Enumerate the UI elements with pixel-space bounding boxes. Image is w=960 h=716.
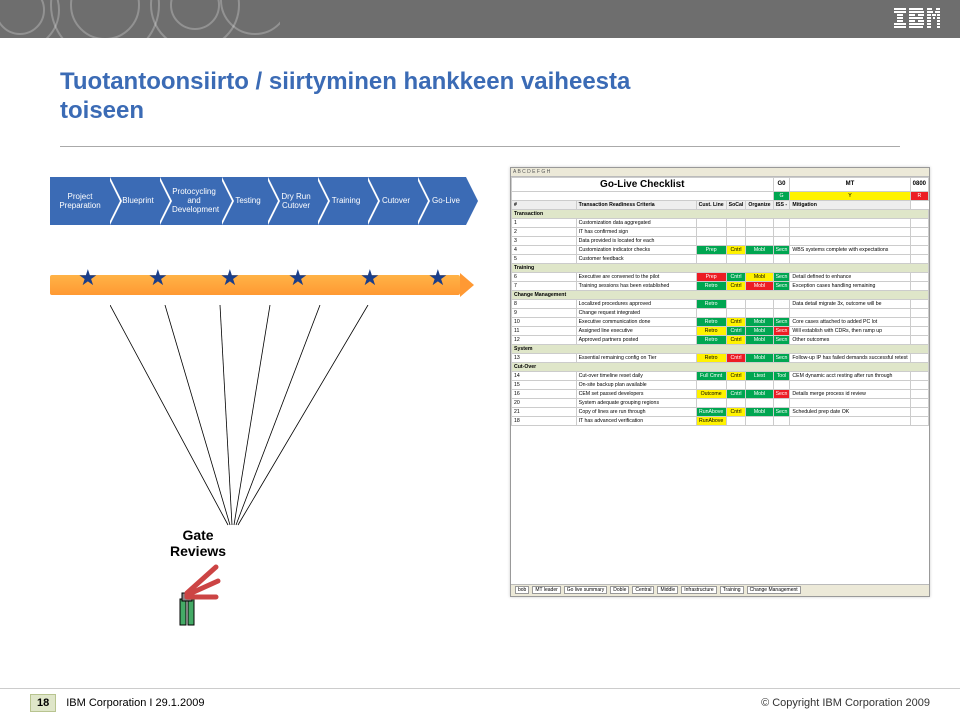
table-row: 18IT has advanced verificationRunAbove [512,416,929,425]
star-icon: ★ [148,265,168,291]
section-cut-over: Cut-Over [512,362,929,371]
converging-lines [110,305,370,535]
sheet-tab[interactable]: Go live summary [564,586,608,594]
sheet-tab[interactable]: Infrastructure [681,586,716,594]
milestone-stars: ★ ★ ★ ★ ★ ★ [50,265,460,305]
sheet-tab[interactable]: MT leader [532,586,560,594]
go-live-checklist-sheet: A B C D E F G H Go-Live Checklist G0 MT … [510,167,930,597]
table-row: 12Approved partners postedRetroCntrlMobl… [512,335,929,344]
footer-left-text: IBM Corporation I 29.1.2009 [66,697,204,709]
table-row: 14Cut-over timeline reset dailyFull Cmnt… [512,371,929,380]
sheet-tab[interactable]: bob [515,586,529,594]
slide-title: Tuotantoonsiirto / siirtyminen hankkeen … [0,38,960,136]
gate-reviews-label: GateReviews [170,527,226,559]
title-line2: toiseen [60,97,144,124]
sheet-tab[interactable]: Training [720,586,744,594]
table-row: 16CEM set passed developersOutcomeCntrlM… [512,389,929,398]
slide-content: ProjectPreparationBlueprintProtocyclinga… [0,147,960,667]
sheet-tab[interactable]: Doble [610,586,629,594]
sheet-tab[interactable]: Central [632,586,654,594]
table-row: 1Customization data aggregated [512,218,929,227]
table-row: 11Assigned line executiveRetroCntrlMoblS… [512,326,929,335]
sheet-title: Go-Live Checklist [512,177,774,191]
chevron-project: ProjectPreparation [50,177,108,225]
table-row: 6Executive are convened to the pilotPrep… [512,272,929,281]
header-decoration [0,0,280,38]
star-icon: ★ [78,265,98,291]
ibm-logo [894,8,940,33]
star-icon: ★ [428,265,448,291]
table-row: 20System adequate grouping regions [512,398,929,407]
sheet-tab[interactable]: Middle [657,586,678,594]
table-row: 13Essential remaining config on TierRetr… [512,353,929,362]
star-icon: ★ [360,265,380,291]
section-training: Training [512,263,929,272]
table-row: 9Change request integrated [512,308,929,317]
slide-footer: 18 IBM Corporation I 29.1.2009 © Copyrig… [0,688,960,716]
footer-copyright: © Copyright IBM Corporation 2009 [761,697,930,709]
section-transaction: Transaction [512,209,929,218]
table-row: 4Customization indicator checksPrepCntrl… [512,245,929,254]
sheet-tab[interactable]: Change Management [747,586,801,594]
table-row: 2IT has confirmed sign [512,227,929,236]
table-row: 21Copy of lines are run throughRunAboveC… [512,407,929,416]
sheet-column-letters: A B C D E F G H [511,168,929,177]
page-number: 18 [30,694,56,712]
table-row: 3Data provided is located for each [512,236,929,245]
table-row: 15On-site backup plan available [512,380,929,389]
table-row: 7Training sessions has been establishedR… [512,281,929,290]
title-line1: Tuotantoonsiirto / siirtyminen hankkeen … [60,68,630,95]
process-chevrons: ProjectPreparationBlueprintProtocyclinga… [50,177,466,225]
table-row: 5Customer feedback [512,254,929,263]
section-system: System [512,344,929,353]
sheet-tabs: bobMT leader Go live summaryDobleCentralM… [511,584,929,596]
section-change-management: Change Management [512,290,929,299]
star-icon: ★ [288,265,308,291]
table-row: 8Localized procedures approvedRetroData … [512,299,929,308]
turnstile-icon [168,557,228,627]
header-bar [0,0,960,38]
table-row: 10Executive communication doneRetroCntrl… [512,317,929,326]
star-icon: ★ [220,265,240,291]
